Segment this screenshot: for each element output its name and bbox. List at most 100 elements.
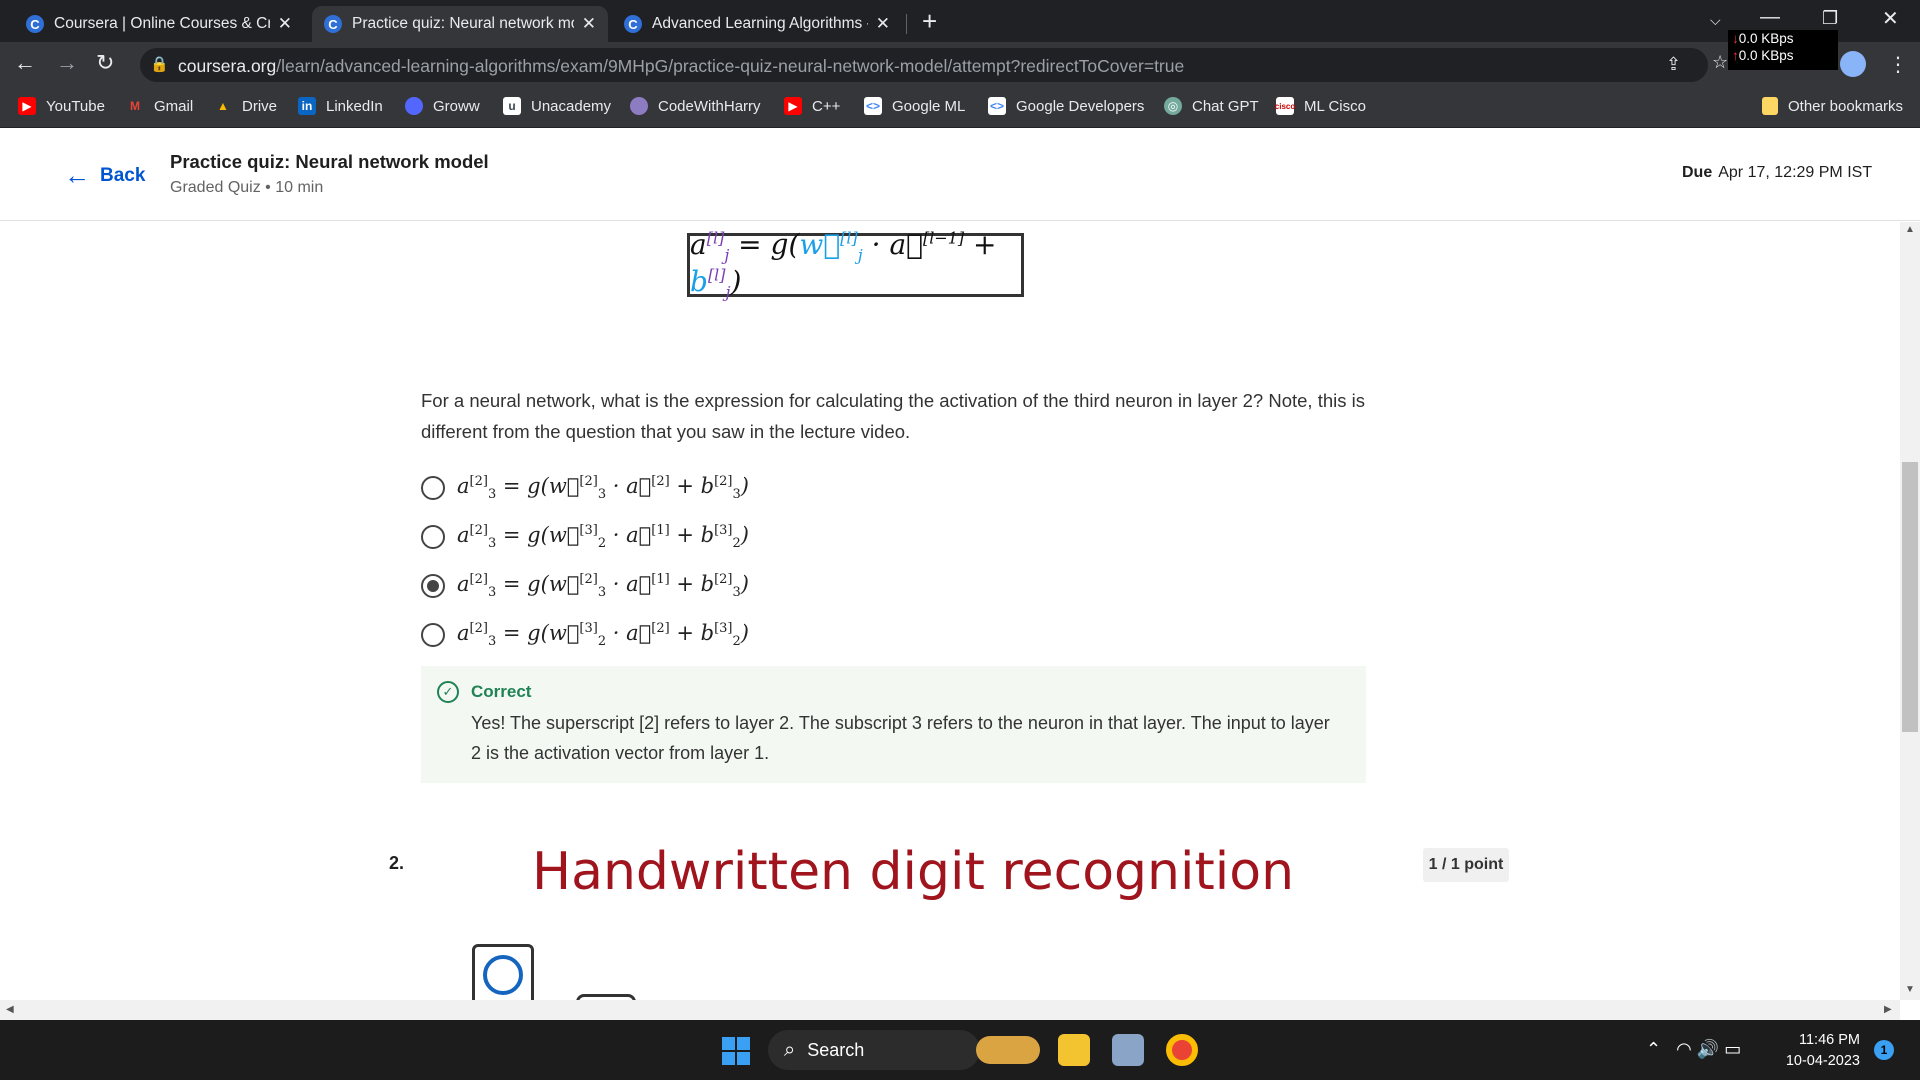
system-tray[interactable]: ⌃ ◠ 🔊 ▭ <box>1646 1039 1741 1060</box>
activation-formula-image: a[l]j = g(w⃗[l]j · a⃗[l−1] + b[l]j) <box>687 228 1024 302</box>
b-sub: 2 <box>732 536 741 552</box>
taskbar-search[interactable]: ⌕ Search <box>768 1030 980 1070</box>
quiz-subtitle: Graded Quiz • 10 min <box>170 179 324 196</box>
bookmark-drive[interactable]: ▲ Drive <box>214 97 277 115</box>
bookmark-cpp[interactable]: ▶ C++ <box>784 97 840 115</box>
chrome-icon[interactable] <box>1166 1034 1198 1066</box>
w-sup: [2] <box>579 473 598 489</box>
digit-image-partial <box>472 944 534 1000</box>
act-sup: [1] <box>651 522 670 538</box>
bookmark-linkedin[interactable]: in LinkedIn <box>298 97 383 115</box>
bookmark-label: ML Cisco <box>1304 97 1366 115</box>
close-tab-icon[interactable]: ✕ <box>278 14 292 34</box>
quiz-header: ← Back Practice quiz: Neural network mod… <box>0 128 1920 221</box>
clock-date: 10-04-2023 <box>1785 1053 1860 1069</box>
scroll-down-icon[interactable]: ▼ <box>1905 984 1915 995</box>
radio-button-selected[interactable] <box>421 574 445 598</box>
bookmark-google-developers[interactable]: <> Google Developers <box>988 97 1144 115</box>
scroll-thumb[interactable] <box>1902 462 1918 732</box>
arrow-left-icon: ← <box>64 160 90 190</box>
google-developers-icon: <> <box>988 97 1006 115</box>
reload-icon[interactable]: ↻ <box>96 50 114 76</box>
bookmark-chatgpt[interactable]: ◎ Chat GPT <box>1164 97 1259 115</box>
widgets-icon[interactable] <box>976 1036 1040 1064</box>
forward-nav-icon[interactable]: → <box>56 50 78 76</box>
notification-badge[interactable]: 1 <box>1874 1040 1894 1060</box>
option-expression: a[2]3 = g(w⃗[3]2 · a⃗[1] + b[3]2) <box>457 522 749 552</box>
battery-icon[interactable]: ▭ <box>1724 1039 1741 1059</box>
chatgpt-icon: ◎ <box>1164 97 1182 115</box>
radio-button[interactable] <box>421 623 445 647</box>
bookmark-ml-cisco[interactable]: cisco ML Cisco <box>1275 97 1366 115</box>
b-sup: [2] <box>714 571 733 587</box>
bookmark-youtube[interactable]: ▶ YouTube <box>18 97 105 115</box>
vertical-scrollbar[interactable]: ▲ ▼ <box>1900 222 1920 1000</box>
url-text[interactable]: coursera.org/learn/advanced-learning-alg… <box>178 56 1184 77</box>
profile-avatar[interactable] <box>1840 51 1866 77</box>
answer-option-4[interactable]: a[2]3 = g(w⃗[3]2 · a⃗[2] + b[3]2) <box>421 615 749 655</box>
drive-icon: ▲ <box>217 99 229 113</box>
bookmark-codewithharry[interactable]: CodeWithHarry <box>630 97 761 115</box>
b-sup: [3] <box>714 522 733 538</box>
chevron-up-icon[interactable]: ⌃ <box>1646 1039 1661 1059</box>
new-tab-button[interactable]: + <box>922 6 937 37</box>
coursera-icon: C <box>26 15 44 33</box>
close-window-button[interactable]: ✕ <box>1882 6 1899 31</box>
volume-icon[interactable]: 🔊 <box>1697 1039 1719 1059</box>
scroll-right-icon[interactable]: ▶ <box>1884 1004 1892 1015</box>
other-bookmarks[interactable]: Other bookmarks <box>1762 97 1903 115</box>
groww-icon <box>405 97 423 115</box>
address-bar[interactable]: 🔒 coursera.org/learn/advanced-learning-a… <box>140 48 1708 82</box>
file-explorer-icon[interactable] <box>1058 1034 1090 1066</box>
bookmark-label: Gmail <box>154 97 194 115</box>
horizontal-scrollbar[interactable]: ◀ ▶ <box>0 1000 1900 1020</box>
w-sup: [2] <box>579 571 598 587</box>
bookmark-star-icon[interactable]: ☆ <box>1712 52 1728 73</box>
browser-menu-icon[interactable]: ⋮ <box>1888 52 1908 77</box>
windows-start-icon[interactable] <box>722 1037 750 1065</box>
bookmark-label: Drive <box>242 97 278 115</box>
search-icon: ⌕ <box>784 1038 796 1061</box>
option-expression: a[2]3 = g(w⃗[2]3 · a⃗[2] + b[2]3) <box>457 473 749 503</box>
due-value: Apr 17, 12:29 PM IST <box>1718 164 1873 181</box>
url-host: coursera.org <box>178 56 277 76</box>
scroll-up-icon[interactable]: ▲ <box>1905 224 1915 235</box>
answer-option-3[interactable]: a[2]3 = g(w⃗[2]3 · a⃗[1] + b[2]3) <box>421 566 749 606</box>
tab-title: Advanced Learning Algorithms - <box>652 15 868 32</box>
b-sub: 3 <box>732 585 741 601</box>
back-nav-icon[interactable]: ← <box>14 50 36 76</box>
bookmark-groww[interactable]: Groww <box>405 97 480 115</box>
restore-button[interactable]: ❐ <box>1822 8 1838 29</box>
bookmark-label: Other bookmarks <box>1788 97 1904 115</box>
coursera-icon: C <box>324 15 342 33</box>
scroll-left-icon[interactable]: ◀ <box>6 1004 14 1015</box>
answer-option-1[interactable]: a[2]3 = g(w⃗[2]3 · a⃗[2] + b[2]3) <box>421 468 749 508</box>
minimize-button[interactable]: — <box>1760 6 1780 29</box>
tab-practice-quiz[interactable]: C Practice quiz: Neural network model ✕ <box>312 6 608 42</box>
act-sup: [2] <box>651 473 670 489</box>
answer-option-2[interactable]: a[2]3 = g(w⃗[3]2 · a⃗[1] + b[3]2) <box>421 517 749 557</box>
youtube-icon: ▶ <box>784 97 802 115</box>
option-expression: a[2]3 = g(w⃗[2]3 · a⃗[1] + b[2]3) <box>457 571 749 601</box>
close-tab-icon[interactable]: ✕ <box>876 14 890 34</box>
tab-title: Coursera | Online Courses & Credentials <box>54 15 270 32</box>
tab-search-icon[interactable]: ⌵ <box>1710 12 1721 29</box>
question-2-number: 2. <box>389 853 405 873</box>
tab-coursera-home[interactable]: C Coursera | Online Courses & Credential… <box>14 6 304 42</box>
wifi-icon[interactable]: ◠ <box>1676 1039 1692 1059</box>
close-tab-icon[interactable]: ✕ <box>582 14 596 34</box>
radio-button[interactable] <box>421 476 445 500</box>
a-sup: [2] <box>469 522 488 538</box>
radio-button[interactable] <box>421 525 445 549</box>
back-button[interactable]: ← Back <box>64 160 145 191</box>
bookmark-label: CodeWithHarry <box>658 97 761 115</box>
bookmark-unacademy[interactable]: u Unacademy <box>503 97 611 115</box>
search-label: Search <box>807 1039 865 1060</box>
bookmark-google-ml[interactable]: <> Google ML <box>864 97 965 115</box>
share-icon[interactable]: ⇪ <box>1666 54 1681 75</box>
app-icon[interactable] <box>1112 1034 1144 1066</box>
a-sup: [2] <box>469 620 488 636</box>
taskbar-clock[interactable]: 11:46 PM 10-04-2023 <box>1778 1030 1860 1072</box>
tab-advanced-learning[interactable]: C Advanced Learning Algorithms - ✕ <box>612 6 902 42</box>
bookmark-gmail[interactable]: M Gmail <box>126 97 193 115</box>
